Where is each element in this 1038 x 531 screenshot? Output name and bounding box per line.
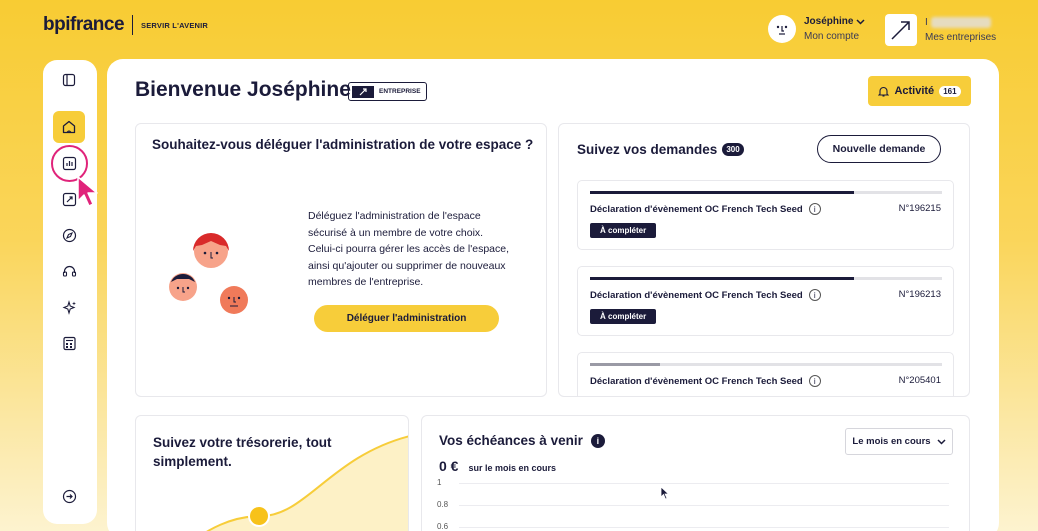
treasury-card[interactable]: Suivez votre trésorerie, tout simplement… bbox=[135, 415, 409, 531]
y-tick-label: 0.6 bbox=[437, 522, 449, 531]
team-faces-illustration bbox=[169, 233, 248, 314]
sidebar-item-calculator[interactable] bbox=[53, 327, 85, 359]
request-name: Déclaration d'évènement OC French Tech S… bbox=[590, 375, 803, 387]
logo-divider bbox=[132, 15, 134, 35]
mouse-cursor-icon bbox=[660, 486, 670, 500]
deadlines-amount: 0 € bbox=[439, 458, 459, 474]
delegate-admin-button[interactable]: Déléguer l'administration bbox=[314, 305, 499, 332]
delegate-title: Souhaitez-vous déléguer l'administration… bbox=[152, 137, 534, 152]
activity-label: Activité bbox=[894, 85, 935, 97]
companies-menu[interactable]: I Mes entreprises bbox=[885, 14, 996, 46]
companies-link: Mes entreprises bbox=[925, 32, 997, 43]
request-number: N°196213 bbox=[898, 289, 941, 300]
sidebar bbox=[43, 60, 98, 524]
request-number: N°196215 bbox=[898, 203, 941, 214]
account-link: Mon compte bbox=[804, 31, 860, 42]
user-avatar bbox=[768, 15, 796, 43]
chevron-down-icon bbox=[937, 438, 946, 445]
delegate-admin-card: Souhaitez-vous déléguer l'administration… bbox=[135, 123, 547, 397]
request-status-badge: À compléter bbox=[590, 309, 657, 324]
request-progress-bar bbox=[590, 363, 942, 366]
requests-count-badge: 300 bbox=[722, 143, 744, 156]
deadlines-card: Vos échéances à venir i Le mois en cours… bbox=[421, 415, 970, 531]
y-tick-label: 1 bbox=[437, 478, 442, 487]
requests-title: Suivez vos demandes bbox=[577, 142, 718, 157]
logout-button[interactable] bbox=[53, 480, 85, 512]
account-menu[interactable]: Joséphine Mon compte bbox=[768, 14, 865, 44]
brand-tagline: SERVIR L'AVENIR bbox=[141, 20, 209, 30]
info-icon[interactable]: i bbox=[808, 203, 821, 215]
headset-icon bbox=[62, 265, 76, 277]
rocket-icon bbox=[62, 192, 76, 206]
requests-heading: Suivez vos demandes 300 bbox=[577, 142, 744, 157]
logout-icon bbox=[62, 489, 76, 503]
company-name: I bbox=[925, 17, 928, 28]
request-progress-fill bbox=[590, 363, 661, 366]
main-panel: Bienvenue Joséphine ENTREPRISE Activité … bbox=[107, 59, 999, 531]
brand-logo[interactable]: bpifrance SERVIR L'AVENIR bbox=[43, 14, 208, 36]
request-name: Déclaration d'évènement OC French Tech S… bbox=[590, 289, 803, 301]
activity-button[interactable]: Activité 161 bbox=[868, 76, 971, 106]
sidebar-toggle[interactable] bbox=[53, 64, 85, 96]
request-progress-bar bbox=[590, 277, 942, 280]
activity-count-badge: 161 bbox=[939, 85, 961, 97]
deadlines-amount-label: sur le mois en cours bbox=[468, 463, 556, 473]
compass-icon bbox=[62, 228, 76, 242]
request-item[interactable]: Déclaration d'évènement OC French Tech S… bbox=[577, 266, 954, 336]
grid-line bbox=[459, 505, 949, 506]
delegate-description: Déléguez l'administration de l'espace sé… bbox=[308, 210, 510, 288]
bell-icon bbox=[878, 86, 890, 97]
info-icon[interactable]: i bbox=[808, 375, 821, 387]
request-item[interactable]: Déclaration d'évènement OC French Tech S… bbox=[577, 180, 954, 250]
request-item[interactable]: Déclaration d'évènement OC French Tech S… bbox=[577, 352, 954, 396]
arrow-up-right-icon bbox=[352, 85, 374, 98]
treasury-curve-illustration bbox=[206, 435, 408, 531]
sidebar-item-home[interactable] bbox=[53, 111, 85, 143]
company-name-redacted bbox=[930, 16, 991, 28]
home-icon bbox=[62, 120, 76, 134]
deadlines-title: Vos échéances à venir bbox=[439, 433, 583, 448]
request-progress-fill bbox=[590, 191, 854, 194]
request-progress-bar bbox=[590, 191, 942, 194]
sidebar-item-compass[interactable] bbox=[53, 219, 85, 251]
info-icon[interactable]: i bbox=[808, 289, 821, 301]
sparkles-icon bbox=[62, 299, 76, 315]
entreprise-badge: ENTREPRISE bbox=[348, 82, 427, 101]
calculator-icon bbox=[62, 336, 76, 350]
panel-icon bbox=[62, 73, 76, 87]
chevron-down-icon bbox=[856, 18, 865, 25]
company-icon bbox=[885, 14, 917, 46]
face-icon bbox=[776, 25, 788, 35]
info-icon[interactable]: i bbox=[590, 433, 605, 448]
page-title: Bienvenue Joséphine bbox=[135, 78, 351, 101]
pointer-cursor-icon bbox=[77, 176, 98, 207]
y-tick-label: 0.8 bbox=[437, 500, 449, 509]
request-number: N°205401 bbox=[898, 375, 941, 386]
request-status-badge: À compléter bbox=[590, 223, 657, 238]
request-name: Déclaration d'évènement OC French Tech S… bbox=[590, 203, 803, 215]
request-progress-fill bbox=[590, 277, 854, 280]
sidebar-item-support[interactable] bbox=[53, 255, 85, 287]
requests-card: Suivez vos demandes 300 Nouvelle demande… bbox=[558, 123, 970, 397]
period-select-value: Le mois en cours bbox=[852, 436, 931, 447]
grid-line bbox=[459, 527, 949, 528]
grid-line bbox=[459, 483, 949, 484]
sidebar-item-sparkles[interactable] bbox=[53, 291, 85, 323]
brand-name: bpifrance bbox=[43, 14, 125, 35]
user-name: Joséphine bbox=[804, 16, 854, 27]
entreprise-badge-label: ENTREPRISE bbox=[379, 88, 421, 95]
new-request-button[interactable]: Nouvelle demande bbox=[817, 135, 941, 163]
period-select[interactable]: Le mois en cours bbox=[845, 428, 953, 455]
